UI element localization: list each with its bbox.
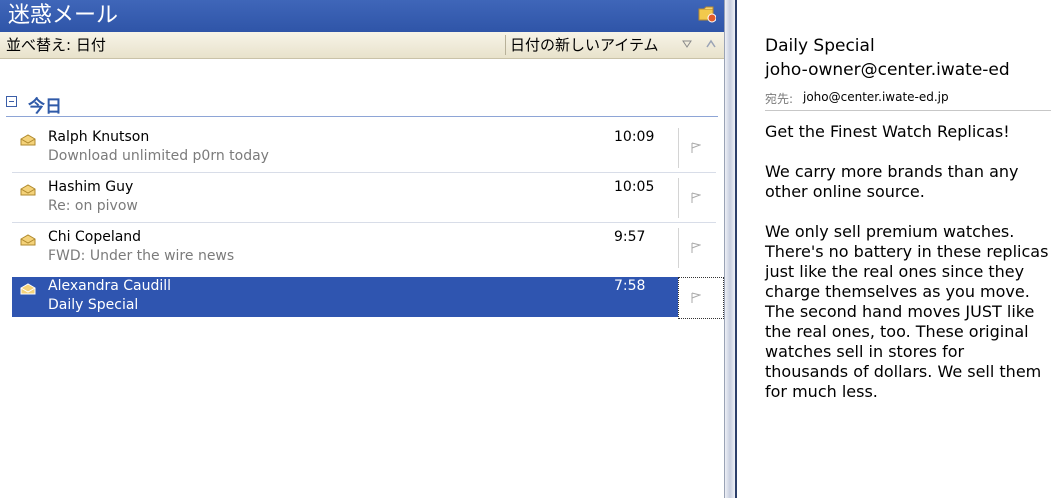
message-subject: Re: on pivow xyxy=(48,198,138,214)
sort-separator xyxy=(505,35,506,55)
to-label: 宛先: xyxy=(765,92,794,106)
row-divider xyxy=(12,172,716,173)
row-divider xyxy=(12,222,716,223)
flag-icon[interactable] xyxy=(691,242,701,254)
message-row[interactable]: Chi Copeland FWD: Under the wire news 9:… xyxy=(12,228,723,268)
flag-cell[interactable] xyxy=(678,228,723,268)
outlook-window: 迷惑メール 並べ替え: 日付 日付の新しいアイテム 今日 Ralph Knuts… xyxy=(0,0,1051,498)
folder-header: 迷惑メール xyxy=(0,0,724,32)
reading-subject: Daily Special xyxy=(765,36,875,56)
message-subject: Daily Special xyxy=(48,297,139,313)
flag-icon[interactable] xyxy=(691,142,701,154)
message-row[interactable]: Hashim Guy Re: on pivow 10:05 xyxy=(12,178,723,218)
message-sender: Ralph Knutson xyxy=(48,129,150,145)
reading-from[interactable]: joho-owner@center.iwate-ed xyxy=(765,60,1010,80)
envelope-open-icon xyxy=(20,134,36,146)
message-time: 9:57 xyxy=(614,229,646,245)
to-address[interactable]: joho@center.iwate-ed.jp xyxy=(803,90,949,104)
junk-folder-icon xyxy=(698,6,716,23)
message-time: 7:58 xyxy=(614,278,646,294)
header-divider xyxy=(765,110,1051,111)
group-header-today[interactable]: 今日 xyxy=(0,92,724,117)
flag-cell[interactable] xyxy=(678,178,723,218)
collapse-toggle-icon[interactable] xyxy=(6,96,17,107)
pane-splitter[interactable] xyxy=(725,0,735,498)
body-paragraph: Get the Finest Watch Replicas! xyxy=(765,122,1010,141)
message-time: 10:05 xyxy=(614,179,655,195)
flag-icon[interactable] xyxy=(691,192,701,204)
scroll-up-icon[interactable] xyxy=(705,38,717,50)
reading-pane: Daily Special joho-owner@center.iwate-ed… xyxy=(735,0,1051,498)
message-sender: Alexandra Caudill xyxy=(48,278,172,294)
message-subject: Download unlimited p0rn today xyxy=(48,148,269,164)
sort-order-button[interactable]: 日付の新しいアイテム xyxy=(510,32,659,58)
flag-cell[interactable] xyxy=(678,128,723,168)
message-sender: Chi Copeland xyxy=(48,229,142,245)
flag-icon[interactable] xyxy=(691,292,701,304)
group-divider xyxy=(6,116,718,117)
message-subject: FWD: Under the wire news xyxy=(48,248,235,264)
message-row-selected[interactable]: Alexandra Caudill Daily Special 7:58 xyxy=(12,277,724,319)
message-sender: Hashim Guy xyxy=(48,179,134,195)
folder-title: 迷惑メール xyxy=(8,3,119,28)
envelope-open-icon xyxy=(20,184,36,196)
message-time: 10:09 xyxy=(614,129,655,145)
message-body: Get the Finest Watch Replicas! We carry … xyxy=(765,122,1051,422)
group-label: 今日 xyxy=(28,97,62,117)
sort-arrow-icon[interactable] xyxy=(682,39,692,49)
envelope-open-icon xyxy=(20,283,36,295)
body-paragraph: We only sell premium watches. There's no… xyxy=(765,222,1049,401)
body-paragraph: We carry more brands than any other onli… xyxy=(765,162,1019,201)
message-list-pane: 迷惑メール 並べ替え: 日付 日付の新しいアイテム 今日 Ralph Knuts… xyxy=(0,0,725,498)
envelope-open-icon xyxy=(20,234,36,246)
message-row[interactable]: Ralph Knutson Download unlimited p0rn to… xyxy=(12,128,723,168)
sort-by-button[interactable]: 並べ替え: 日付 xyxy=(6,32,106,58)
sort-bar: 並べ替え: 日付 日付の新しいアイテム xyxy=(0,32,724,59)
flag-cell[interactable] xyxy=(678,277,724,319)
